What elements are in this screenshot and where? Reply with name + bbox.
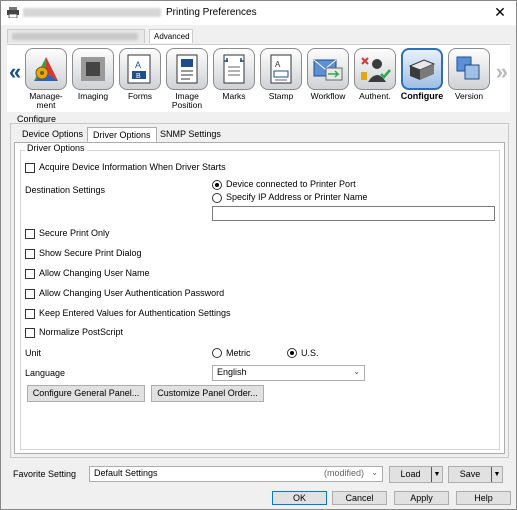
modified-indicator: (modified) — [323, 468, 364, 478]
group-title: Driver Options — [25, 143, 87, 153]
secure-print-only-label: Secure Print Only — [39, 228, 110, 238]
save-split-button[interactable]: Save ▼ — [448, 466, 503, 483]
ribbon-item-workflow[interactable]: Workflow — [306, 48, 350, 101]
ribbon-label: Manage- ment — [29, 91, 63, 110]
management-icon — [34, 57, 58, 81]
ribbon-label: Imaging — [77, 91, 109, 101]
normalize-postscript-checkbox[interactable] — [25, 328, 35, 338]
ribbon-label: Stamp — [268, 91, 294, 101]
ribbon-item-management[interactable]: Manage- ment — [24, 48, 68, 110]
ribbon-item-version[interactable]: Version — [447, 48, 491, 101]
triangle-down-icon[interactable]: ▼ — [491, 467, 502, 482]
triangle-down-icon[interactable]: ▼ — [431, 467, 442, 482]
workflow-icon — [313, 59, 343, 81]
ok-button[interactable]: OK — [272, 491, 327, 505]
ribbon-label: Image Position — [171, 91, 203, 110]
acquire-device-info-checkbox[interactable] — [25, 163, 35, 173]
unit-us-label: U.S. — [301, 348, 319, 358]
svg-text:A: A — [135, 60, 141, 70]
ribbon-item-authentication[interactable]: Authent. — [353, 48, 397, 101]
ribbon-label: Version — [454, 91, 484, 101]
printer-icon — [7, 7, 19, 18]
show-secure-print-dialog-label: Show Secure Print Dialog — [39, 248, 142, 258]
chevron-down-icon: ⌄ — [371, 468, 378, 477]
destination-port-radio[interactable] — [212, 180, 222, 190]
unit-label: Unit — [25, 348, 42, 358]
acquire-device-info-label: Acquire Device Information When Driver S… — [39, 162, 226, 172]
favorite-setting-select[interactable]: Default Settings (modified) ⌄ — [89, 466, 383, 482]
svg-text:B: B — [136, 73, 141, 80]
ribbon-label: Workflow — [310, 91, 346, 101]
ribbon-item-image-position[interactable]: Image Position — [165, 48, 209, 110]
ribbon-item-imaging[interactable]: Imaging — [71, 48, 115, 101]
language-value: English — [217, 367, 247, 377]
help-button[interactable]: Help — [456, 491, 511, 505]
favorite-setting-value: Default Settings — [94, 468, 158, 478]
destination-ip-radio[interactable] — [212, 193, 222, 203]
tab-device-options[interactable]: Device Options — [17, 127, 88, 142]
unit-metric-label: Metric — [226, 348, 251, 358]
marks-icon — [223, 54, 245, 84]
forms-icon: A B — [127, 54, 151, 84]
imaging-icon — [81, 57, 105, 81]
blurred-printer-name — [23, 8, 161, 17]
load-split-button[interactable]: Load ▼ — [389, 466, 443, 483]
close-icon[interactable]: ✕ — [492, 4, 508, 21]
printing-preferences-window: Printing Preferences ✕ Advanced « Manage… — [0, 0, 517, 510]
cancel-button[interactable]: Cancel — [332, 491, 387, 505]
tab-advanced[interactable]: Advanced — [149, 29, 193, 43]
driver-options-content: Driver Options Acquire Device Informatio… — [14, 142, 505, 454]
favorite-setting-label: Favorite Setting — [13, 469, 77, 479]
allow-changing-user-name-label: Allow Changing User Name — [39, 268, 150, 278]
configure-general-panel-button[interactable]: Configure General Panel... — [27, 385, 145, 402]
apply-button[interactable]: Apply — [394, 491, 449, 505]
destination-ip-label: Specify IP Address or Printer Name — [226, 192, 368, 202]
chevron-down-icon: ⌄ — [353, 367, 360, 376]
ribbon-item-forms[interactable]: A B Forms — [118, 48, 162, 101]
ribbon-scroll-left-icon[interactable]: « — [9, 59, 21, 85]
destination-port-label: Device connected to Printer Port — [226, 179, 356, 189]
allow-changing-password-label: Allow Changing User Authentication Passw… — [39, 288, 225, 298]
tab-driver-options[interactable]: Driver Options — [87, 127, 157, 142]
destination-settings-label: Destination Settings — [25, 185, 106, 195]
normalize-postscript-label: Normalize PostScript — [39, 327, 124, 337]
svg-text:A: A — [275, 60, 281, 69]
ribbon-label: Configure — [400, 91, 444, 101]
ribbon-scroll-right-icon[interactable]: » — [496, 59, 508, 85]
tab-blurred[interactable] — [7, 29, 145, 43]
ribbon-label: Marks — [222, 91, 246, 101]
ribbon-label: Authent. — [359, 91, 391, 101]
allow-changing-password-checkbox[interactable] — [25, 289, 35, 299]
ip-address-input[interactable] — [212, 206, 495, 221]
function-ribbon: « Manage- ment Imaging A B Forms Image P… — [7, 44, 510, 112]
unit-metric-radio[interactable] — [212, 348, 222, 358]
language-select[interactable]: English ⌄ — [212, 365, 365, 381]
authentication-icon — [361, 57, 391, 82]
ribbon-item-marks[interactable]: Marks — [212, 48, 256, 101]
load-button-label[interactable]: Load — [390, 467, 431, 482]
title-bar: Printing Preferences ✕ — [1, 1, 516, 25]
keep-entered-values-label: Keep Entered Values for Authentication S… — [39, 308, 231, 318]
image-position-icon — [176, 54, 198, 84]
allow-changing-user-name-checkbox[interactable] — [25, 269, 35, 279]
stamp-icon: A — [270, 54, 292, 84]
ribbon-item-configure[interactable]: Configure — [400, 48, 444, 101]
customize-panel-order-button[interactable]: Customize Panel Order... — [151, 385, 264, 402]
show-secure-print-dialog-checkbox[interactable] — [25, 249, 35, 259]
keep-entered-values-checkbox[interactable] — [25, 309, 35, 319]
ribbon-item-stamp[interactable]: A Stamp — [259, 48, 303, 101]
tab-snmp-settings[interactable]: SNMP Settings — [155, 127, 226, 142]
unit-us-radio[interactable] — [287, 348, 297, 358]
save-button-label[interactable]: Save — [449, 467, 491, 482]
window-title: Printing Preferences — [166, 7, 257, 18]
language-label: Language — [25, 368, 66, 378]
version-icon — [456, 56, 480, 80]
configure-icon — [408, 59, 436, 80]
ribbon-label: Forms — [127, 91, 153, 101]
secure-print-only-checkbox[interactable] — [25, 229, 35, 239]
